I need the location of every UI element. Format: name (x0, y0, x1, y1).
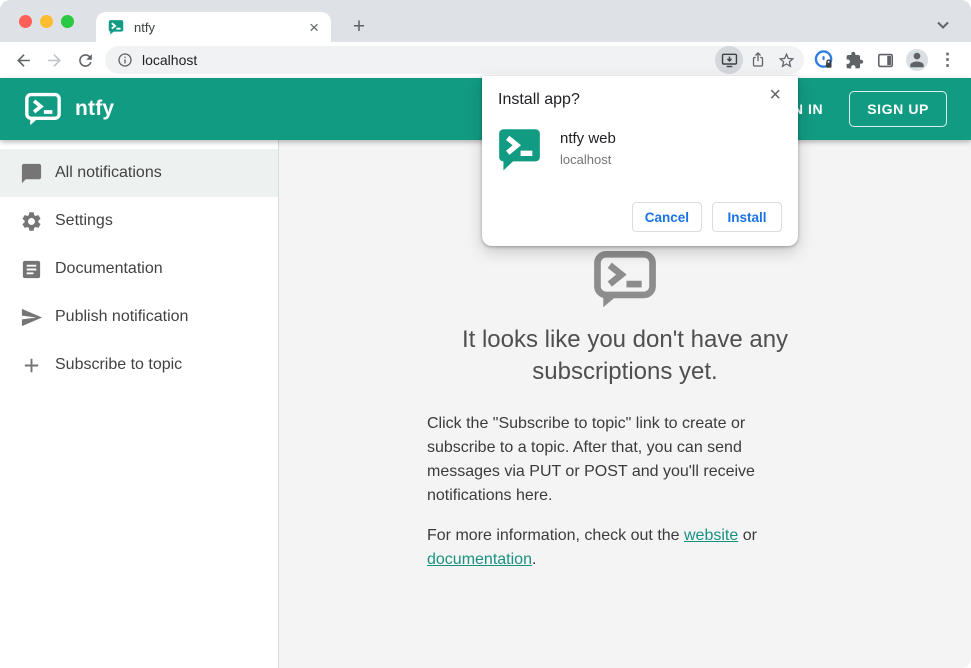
reload-button[interactable] (70, 45, 101, 75)
dialog-app-meta: ntfy web localhost (560, 130, 616, 167)
empty-state: It looks like you don't have any subscri… (425, 250, 825, 572)
password-manager-extension-icon[interactable] (808, 45, 839, 75)
app-title: ntfy (75, 97, 115, 120)
new-tab-button[interactable]: + (345, 13, 373, 41)
empty-state-paragraph: Click the "Subscribe to topic" link to c… (427, 415, 755, 504)
para2-suffix: . (531, 551, 537, 568)
forward-button[interactable] (39, 45, 70, 75)
empty-state-links-paragraph: For more information, check out the webs… (427, 524, 787, 572)
dialog-actions: Cancel Install (631, 202, 782, 232)
sidebar-item-subscribe-to-topic[interactable]: Subscribe to topic (0, 341, 278, 389)
documentation-link[interactable]: documentation (427, 551, 532, 568)
dialog-close-icon[interactable]: × (765, 83, 785, 107)
plus-icon (20, 354, 43, 377)
profile-avatar-icon[interactable] (901, 45, 932, 75)
ntfy-logo-gray-icon (594, 251, 656, 308)
install-app-dialog: Install app? × ntfy web localhost Cancel… (482, 76, 798, 246)
sidebar-item-publish-notification[interactable]: Publish notification (0, 293, 278, 341)
side-panel-icon[interactable] (870, 45, 901, 75)
article-icon (20, 258, 43, 281)
empty-state-heading: It looks like you don't have any subscri… (461, 326, 789, 385)
extensions-puzzle-icon[interactable] (839, 45, 870, 75)
sidebar-nav: All notifications Settings Documentation… (0, 140, 279, 668)
tab-strip: ntfy × + (0, 0, 971, 42)
sidebar-item-label: Subscribe to topic (55, 356, 183, 373)
browser-window: ntfy × + localhost ⋮ ntfy IN SIGN UP All… (0, 0, 971, 668)
sidebar-item-label: Publish notification (55, 308, 189, 325)
chat-icon (20, 162, 43, 185)
site-info-icon[interactable] (117, 52, 133, 68)
minimize-window-button[interactable] (40, 15, 53, 28)
ntfy-app-icon (498, 126, 541, 171)
browser-toolbar: localhost ⋮ (0, 42, 971, 78)
sidebar-item-label: Documentation (55, 260, 163, 277)
dialog-app-row: ntfy web localhost (498, 126, 782, 171)
dialog-app-name: ntfy web (560, 130, 616, 147)
sidebar-item-documentation[interactable]: Documentation (0, 245, 278, 293)
sidebar-item-settings[interactable]: Settings (0, 197, 278, 245)
back-button[interactable] (8, 45, 39, 75)
browser-menu-icon[interactable]: ⋮ (932, 45, 963, 75)
tab-search-chevron-icon[interactable] (931, 13, 955, 37)
sign-up-button[interactable]: SIGN UP (849, 91, 947, 127)
close-window-button[interactable] (19, 15, 32, 28)
share-icon[interactable] (745, 47, 771, 73)
tab-close-icon[interactable]: × (307, 19, 321, 36)
address-bar[interactable]: localhost (105, 46, 804, 74)
ntfy-logo-icon (24, 92, 62, 126)
url-text[interactable]: localhost (142, 52, 715, 68)
gear-icon (20, 210, 43, 233)
dialog-app-origin: localhost (560, 152, 612, 167)
website-link[interactable]: website (684, 527, 738, 544)
window-controls (19, 15, 74, 28)
bookmark-star-icon[interactable] (773, 47, 799, 73)
install-app-icon[interactable] (715, 46, 743, 74)
para2-prefix: For more information, check out the (427, 527, 684, 544)
sidebar-item-label: All notifications (55, 164, 162, 181)
install-button[interactable]: Install (712, 202, 782, 232)
para2-middle: or (742, 527, 757, 544)
browser-tab-ntfy[interactable]: ntfy × (96, 12, 331, 42)
send-icon (20, 306, 43, 329)
cancel-button[interactable]: Cancel (631, 202, 702, 232)
tab-title: ntfy (134, 19, 155, 35)
zoom-window-button[interactable] (61, 15, 74, 28)
tab-favicon-ntfy-icon (108, 19, 124, 35)
extensions-area: ⋮ (808, 45, 963, 75)
sidebar-item-all-notifications[interactable]: All notifications (0, 149, 278, 197)
sidebar-item-label: Settings (55, 212, 113, 229)
dialog-title: Install app? (498, 91, 580, 108)
